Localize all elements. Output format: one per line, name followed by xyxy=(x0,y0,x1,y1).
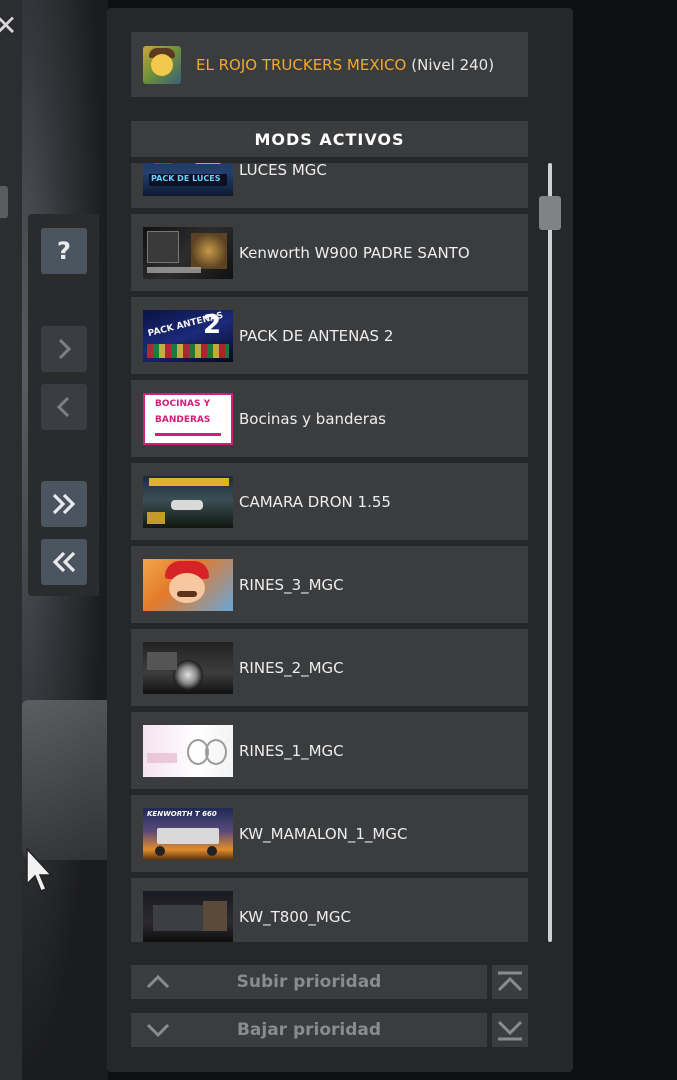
chevron-right-icon xyxy=(58,338,72,360)
close-icon[interactable]: ✕ xyxy=(0,12,17,40)
left-collapsed-panel: ✕ xyxy=(0,0,22,1080)
mod-list: PACK DE LUCES LUCES MGC Kenworth W900 PA… xyxy=(131,163,528,942)
mod-thumbnail xyxy=(143,641,233,694)
mod-name: KW_T800_MGC xyxy=(239,907,351,926)
mod-item[interactable]: PACK ANTENAS 2 PACK DE ANTENAS 2 xyxy=(131,297,528,374)
mouse-cursor-icon xyxy=(26,848,53,892)
help-button[interactable]: ? xyxy=(41,228,87,274)
mod-name: Bocinas y banderas xyxy=(239,409,386,428)
mod-item[interactable]: BOCINAS Y BANDERAS Bocinas y banderas xyxy=(131,380,528,457)
double-chevron-right-icon xyxy=(52,493,76,515)
mod-item[interactable]: Kenworth W900 PADRE SANTO xyxy=(131,214,528,291)
mod-thumbnail: PACK ANTENAS 2 xyxy=(143,309,233,362)
mods-header: MODS ACTIVOS xyxy=(131,121,528,157)
mod-name: Kenworth W900 PADRE SANTO xyxy=(239,243,470,262)
mod-item[interactable]: CAMARA DRON 1.55 xyxy=(131,463,528,540)
double-chevron-left-icon xyxy=(52,551,76,573)
lower-priority-button[interactable]: Bajar prioridad xyxy=(131,1013,487,1047)
profile-level: (Nivel 240) xyxy=(411,55,495,74)
profile-name: EL ROJO TRUCKERS MEXICO xyxy=(196,55,407,74)
mod-name: RINES_1_MGC xyxy=(239,741,344,760)
profile-bar: EL ROJO TRUCKERS MEXICO (Nivel 240) xyxy=(131,32,528,97)
mod-item[interactable]: RINES_3_MGC xyxy=(131,546,528,623)
raise-priority-button[interactable]: Subir prioridad xyxy=(131,965,487,999)
activate-all-button[interactable] xyxy=(41,481,87,527)
chevron-up-icon xyxy=(146,974,170,989)
deactivate-all-button[interactable] xyxy=(41,539,87,585)
lower-priority-label: Bajar prioridad xyxy=(236,1020,382,1040)
move-to-top-button[interactable] xyxy=(492,965,528,999)
mod-thumbnail: PACK DE LUCES xyxy=(143,163,233,196)
truck-silhouette xyxy=(22,700,108,860)
mod-name: RINES_2_MGC xyxy=(239,658,344,677)
mod-thumbnail xyxy=(143,475,233,528)
mod-item[interactable]: KW_T800_MGC xyxy=(131,878,528,942)
panel-handle[interactable] xyxy=(0,186,8,218)
help-icon: ? xyxy=(57,237,71,265)
mod-thumbnail xyxy=(143,890,233,942)
scrollbar-thumb[interactable] xyxy=(539,196,561,230)
chevron-left-icon xyxy=(56,396,70,418)
profile-avatar xyxy=(143,45,181,84)
mod-item[interactable]: KENWORTH T 660 KW_MAMALON_1_MGC xyxy=(131,795,528,872)
mod-thumbnail xyxy=(143,226,233,279)
mod-thumbnail xyxy=(143,724,233,777)
mod-name: CAMARA DRON 1.55 xyxy=(239,492,391,511)
move-to-bottom-icon xyxy=(497,1020,523,1041)
move-to-top-icon xyxy=(497,971,523,992)
deactivate-mod-button[interactable] xyxy=(41,384,87,430)
mod-name: RINES_3_MGC xyxy=(239,575,344,594)
move-to-bottom-button[interactable] xyxy=(492,1013,528,1047)
chevron-down-icon xyxy=(146,1023,170,1038)
mod-name: KW_MAMALON_1_MGC xyxy=(239,824,408,843)
active-mods-panel: EL ROJO TRUCKERS MEXICO (Nivel 240) MODS… xyxy=(107,8,573,1072)
activate-mod-button[interactable] xyxy=(41,326,87,372)
mod-thumbnail: KENWORTH T 660 xyxy=(143,807,233,860)
mod-name: PACK DE ANTENAS 2 xyxy=(239,326,394,345)
mod-item[interactable]: PACK DE LUCES LUCES MGC xyxy=(131,163,528,208)
mod-thumbnail: BOCINAS Y BANDERAS xyxy=(143,392,233,445)
mod-item[interactable]: RINES_2_MGC xyxy=(131,629,528,706)
mod-thumbnail xyxy=(143,558,233,611)
mod-item[interactable]: RINES_1_MGC xyxy=(131,712,528,789)
raise-priority-label: Subir prioridad xyxy=(236,972,382,992)
mod-name: LUCES MGC xyxy=(239,163,327,179)
mod-list-scrollbar[interactable] xyxy=(548,163,552,942)
transfer-toolbar: ? xyxy=(28,214,99,596)
